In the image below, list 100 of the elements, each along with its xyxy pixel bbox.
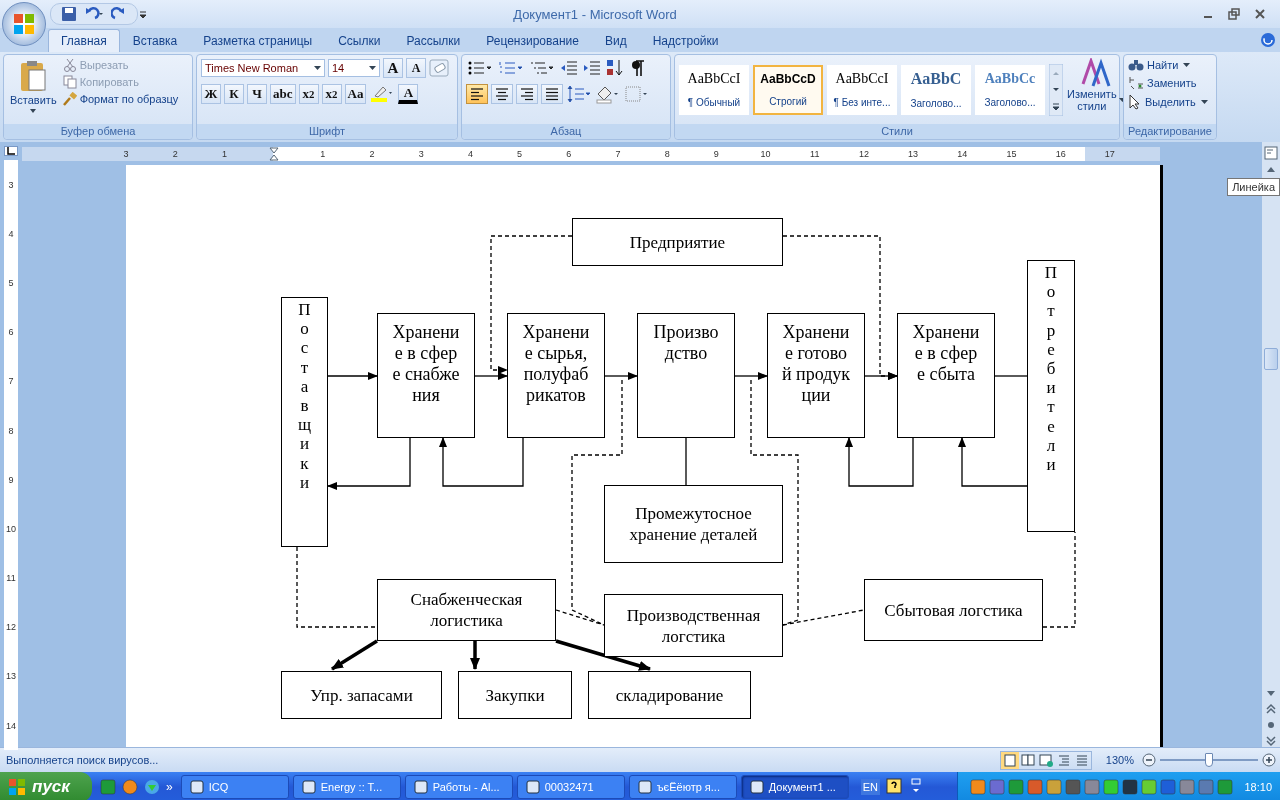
caret-icon[interactable] [1183, 62, 1191, 68]
undo-icon[interactable] [83, 6, 105, 22]
ribbon-tab[interactable]: Рецензирование [473, 29, 592, 52]
caret-icon[interactable] [1200, 99, 1208, 105]
grow-font-button[interactable]: A [383, 58, 403, 78]
more-button[interactable]: » [166, 780, 173, 794]
ribbon-tab[interactable]: Ссылки [325, 29, 394, 52]
format-button[interactable]: Ч [247, 84, 267, 104]
zoom-slider-thumb[interactable] [1205, 753, 1213, 767]
paste-button[interactable]: Вставить [8, 58, 59, 121]
office-button[interactable] [2, 2, 46, 46]
view-button[interactable] [1018, 751, 1037, 769]
zoom-out-icon[interactable] [1142, 753, 1156, 767]
customize-menu-icon[interactable] [138, 8, 148, 20]
diagram-node: Производственная логстика [604, 594, 783, 657]
decrease-indent-icon[interactable] [559, 59, 579, 77]
clipboard-command[interactable]: Формат по образцу [62, 92, 179, 106]
taskbar-button[interactable]: ICQ [180, 775, 289, 799]
increase-indent-icon[interactable] [582, 59, 602, 77]
font-color-button[interactable]: A [398, 84, 419, 104]
style-item[interactable]: AaBbC Заголово... [901, 64, 971, 115]
start-button[interactable]: пуск [0, 772, 92, 800]
shrink-font-button[interactable]: A [406, 58, 426, 78]
format-button[interactable]: abc [270, 84, 296, 104]
zoom-in-icon[interactable] [1262, 753, 1276, 767]
diagram-node: Производство [637, 313, 735, 438]
diagram-node: Сбытовая логстика [864, 579, 1043, 641]
restore-icon[interactable] [1228, 8, 1240, 20]
diagram-node: складирование [588, 671, 751, 719]
ribbon-tab[interactable]: Вставка [119, 29, 191, 52]
ruler-number: 1 [220, 148, 228, 161]
editing-command[interactable]: Выделить [1128, 94, 1208, 110]
ribbon-tab[interactable]: Надстройки [639, 29, 732, 52]
next-page-icon[interactable] [1265, 735, 1277, 747]
view-button[interactable] [1000, 751, 1019, 769]
globe-icon[interactable] [144, 779, 160, 795]
caret-icon[interactable] [369, 65, 376, 71]
ribbon-tab[interactable]: Вид [591, 29, 640, 52]
tray-icon[interactable] [1141, 779, 1158, 795]
view-icon [1074, 753, 1089, 767]
multilevel-list-icon[interactable] [528, 59, 556, 77]
bullet-list-icon[interactable] [466, 59, 494, 77]
view-icon [1002, 753, 1017, 767]
align-button[interactable] [491, 84, 513, 104]
connector-line [994, 375, 1028, 377]
taskbar-button[interactable]: Работы - Al... [404, 775, 513, 799]
align-button[interactable] [541, 84, 563, 104]
bold-arrow [331, 639, 378, 671]
ruler-number: 7 [614, 148, 622, 161]
font-family-field[interactable]: Times New Roman [201, 59, 325, 77]
return-arrow [845, 437, 914, 487]
ruler-toggle-icon[interactable] [1264, 146, 1278, 160]
ribbon-tab[interactable]: Рассылки [393, 29, 474, 52]
tray-icon[interactable] [1122, 779, 1139, 795]
font-size-field[interactable]: 14 [328, 59, 380, 77]
tab-stop-icon [7, 147, 15, 155]
change-styles-button[interactable]: Изменить стили [1067, 58, 1126, 121]
line-spacing-icon[interactable] [566, 84, 592, 104]
previous-page-icon[interactable] [1265, 703, 1277, 715]
caret-icon[interactable] [314, 65, 321, 71]
style-item[interactable]: AaBbCcD Строгий [753, 64, 823, 115]
style-item[interactable]: AaBbCcI ¶ Без инте... [827, 64, 897, 115]
diagram-node: Снабженческая логистика [377, 579, 556, 641]
editing-command[interactable]: Найти [1128, 58, 1208, 72]
format-button[interactable]: К [224, 84, 244, 104]
scroll-thumb[interactable] [1264, 348, 1278, 370]
redo-icon[interactable] [111, 6, 127, 22]
shading-icon[interactable] [595, 84, 621, 104]
taskbar-button[interactable]: Energy :: T... [292, 775, 401, 799]
editing-command[interactable]: Заменить [1128, 75, 1208, 91]
ribbon-tab[interactable]: Главная [48, 29, 120, 52]
align-button[interactable] [516, 84, 538, 104]
tray-icon[interactable] [1065, 779, 1082, 795]
save-icon[interactable] [61, 6, 77, 22]
align-button[interactable] [466, 84, 488, 104]
taskbar-button[interactable]: 00032471 [516, 775, 625, 799]
style-item[interactable]: AaBbCcI ¶ Обычный [679, 64, 749, 115]
browse-object-icon[interactable] [1265, 719, 1277, 731]
language-indicator[interactable]: EN [860, 779, 880, 795]
group-label: Шрифт [197, 124, 457, 139]
zoom-level[interactable]: 130% [1105, 754, 1134, 766]
format-button[interactable]: Ж [201, 84, 221, 104]
tray-icon[interactable] [1160, 779, 1177, 795]
ribbon-tab[interactable]: Разметка страницы [190, 29, 326, 52]
restore-toolbar-icon[interactable] [909, 778, 922, 794]
style-item[interactable]: AaBbCc Заголово... [975, 64, 1045, 115]
clear-format-icon[interactable] [429, 59, 449, 77]
taskbar-button[interactable]: Документ1 ... [740, 775, 849, 799]
close-icon[interactable] [1254, 8, 1266, 20]
player-icon[interactable] [122, 779, 138, 795]
taskbar-button[interactable]: ъєЁёютр я... [628, 775, 737, 799]
app-icon [637, 780, 652, 794]
indent-marker-icon[interactable] [268, 147, 279, 161]
format-button[interactable]: Aa [344, 84, 367, 104]
tab-selector[interactable] [4, 146, 18, 156]
view-button[interactable] [1036, 751, 1055, 769]
sort-icon[interactable] [605, 58, 625, 78]
gallery-scroll-icon[interactable] [1049, 63, 1063, 116]
help-icon[interactable] [885, 778, 902, 794]
replace-icon [1128, 75, 1144, 91]
